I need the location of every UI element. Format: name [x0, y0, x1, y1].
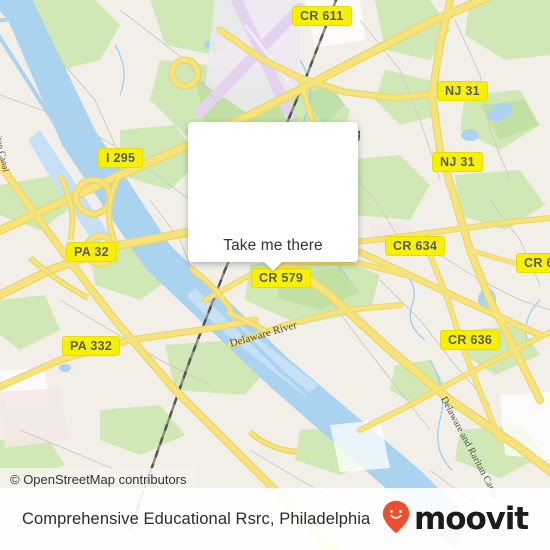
take-me-there-button[interactable]: Take me there [188, 230, 358, 271]
popup-pointer-tip [263, 261, 283, 271]
road-shield-cr-611[interactable]: CR 611 [292, 6, 352, 26]
road-shield-nj-31-b[interactable]: NJ 31 [432, 152, 483, 172]
road-shield-cr-636-b[interactable]: CR 636 [440, 330, 501, 350]
road-shield-cr-634[interactable]: CR 634 [385, 236, 446, 256]
take-me-there-label: Take me there [223, 237, 323, 254]
popup-pin-panel [188, 122, 358, 230]
road-shield-cr-636-a[interactable]: CR 636 [516, 253, 550, 273]
moovit-logo[interactable]: moovit [382, 500, 529, 539]
road-shield-pa-332[interactable]: PA 332 [62, 336, 121, 356]
road-shield-i-295[interactable]: I 295 [98, 148, 144, 168]
footer-bar: Comprehensive Educational Rsrc, Philadel… [0, 488, 550, 550]
location-popup-card[interactable]: Take me there [188, 122, 358, 271]
road-shield-nj-31-a[interactable]: NJ 31 [437, 81, 488, 101]
page-title: Comprehensive Educational Rsrc, Philadel… [22, 509, 371, 528]
location-pin-icon [247, 143, 299, 210]
map-screenshot: Delaware River Delaware and Raritan Cana… [0, 0, 550, 550]
moovit-smiley-pin-icon [382, 500, 410, 539]
road-shield-pa-32[interactable]: PA 32 [66, 242, 117, 262]
road-shield-cr-579[interactable]: CR 579 [251, 268, 312, 288]
moovit-wordmark: moovit [414, 500, 529, 537]
